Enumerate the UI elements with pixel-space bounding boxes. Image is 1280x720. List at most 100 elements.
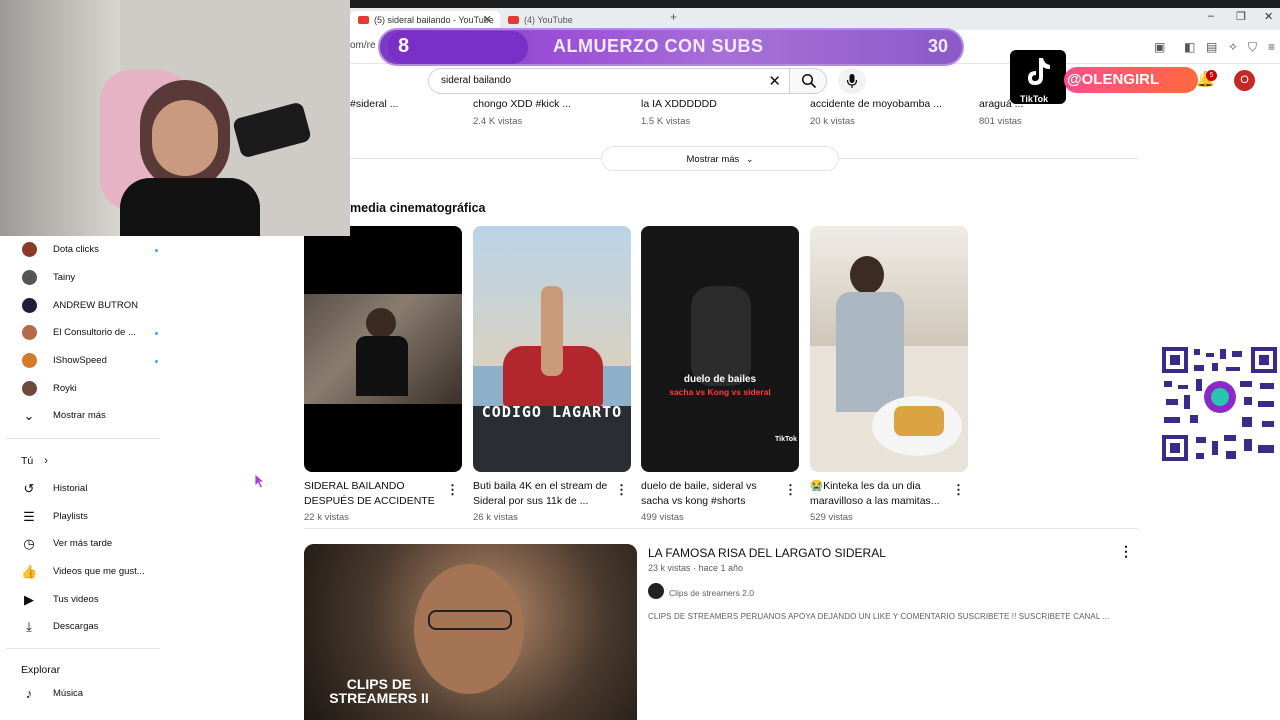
search-button[interactable] bbox=[789, 68, 827, 94]
streamer-shirt bbox=[120, 178, 260, 236]
wallet-icon[interactable]: ▤ bbox=[1206, 40, 1217, 54]
sidebar-item-playlists[interactable]: ☰ Playlists bbox=[21, 507, 281, 527]
search-input[interactable]: sideral bailando bbox=[441, 75, 511, 86]
subs-goal-number: 8 bbox=[398, 35, 410, 57]
close-window-button[interactable]: ✕ bbox=[1264, 10, 1273, 23]
food-shape bbox=[894, 406, 944, 436]
sidebar-item-history[interactable]: ↺ Historial bbox=[21, 479, 281, 499]
sidebar-item-subscription[interactable]: Tainy bbox=[21, 268, 281, 288]
section-title: media cinematográfica bbox=[350, 201, 486, 215]
result-views: 2.4 K vistas bbox=[473, 116, 523, 127]
new-content-dot bbox=[155, 332, 158, 335]
show-more-label: Mostrar más bbox=[686, 154, 740, 165]
qr-code-image bbox=[1160, 345, 1279, 463]
tiktok-watermark: TikTok bbox=[775, 436, 797, 443]
streamer-handle: @OLENGIRL bbox=[1067, 71, 1160, 88]
short-thumbnail[interactable]: duelo de bailes sacha vs Kong vs sideral… bbox=[641, 226, 799, 472]
sidebar-item-subscription[interactable]: Royki bbox=[21, 379, 281, 399]
sidebar-heading-explore: Explorar bbox=[21, 664, 61, 676]
short-title[interactable]: SIDERAL BAILANDO DESPUÉS DE ACCIDENTE bbox=[304, 479, 444, 509]
sidebar-item-label: ANDREW BUTRON bbox=[53, 300, 138, 311]
short-title[interactable]: duelo de baile, sideral vs sacha vs kong… bbox=[641, 479, 781, 509]
sidebar-divider bbox=[6, 438, 160, 439]
sidebar-item-label: Royki bbox=[53, 383, 77, 394]
subs-goal-current: 8 bbox=[388, 31, 528, 64]
thumbnail-text-line: STREAMERS II bbox=[329, 690, 429, 706]
menu-icon[interactable]: ≡ bbox=[1268, 40, 1275, 54]
search-box[interactable]: sideral bailando ✕ bbox=[428, 68, 790, 94]
more-options-icon[interactable]: ⋮ bbox=[446, 482, 459, 498]
short-title[interactable]: Buti baila 4K en el stream de Sideral po… bbox=[473, 479, 613, 509]
video-thumbnail[interactable]: CLIPS DE STREAMERS II bbox=[304, 544, 637, 720]
voice-search-button[interactable] bbox=[838, 68, 866, 94]
minimize-button[interactable]: – bbox=[1208, 10, 1214, 22]
chevron-right-icon: › bbox=[44, 455, 48, 467]
sidebar-show-more[interactable]: ⌄ Mostrar más bbox=[21, 406, 281, 426]
result-title[interactable]: la IA XDDDDDD bbox=[641, 98, 717, 110]
video-meta: 23 k vistas · hace 1 año bbox=[648, 563, 744, 573]
new-content-dot bbox=[155, 249, 158, 252]
sidebar-item-label: Playlists bbox=[53, 511, 88, 522]
play-square-icon: ▶ bbox=[24, 592, 34, 607]
result-title[interactable]: #sideral ... bbox=[350, 98, 398, 110]
sidebar-item-your-videos[interactable]: ▶ Tus videos bbox=[21, 590, 281, 610]
sidebar-item-liked-videos[interactable]: 👍 Videos que me gust... bbox=[21, 562, 281, 582]
thumbs-up-icon: 👍 bbox=[21, 564, 38, 579]
channel-name[interactable]: Clips de streamers 2.0 bbox=[669, 588, 754, 598]
account-avatar[interactable]: O bbox=[1234, 70, 1255, 91]
tab-label: (5) sideral bailando - YouTube bbox=[374, 15, 494, 25]
sidebar-item-downloads[interactable]: ⤓ Descargas bbox=[21, 617, 281, 637]
sidebar-item-subscription[interactable]: IShowSpeed bbox=[21, 351, 281, 371]
chevron-down-icon: ⌄ bbox=[745, 154, 754, 164]
shield-icon[interactable]: ⛉ bbox=[1248, 40, 1257, 55]
short-overlay-text: CODIGO LAGARTO bbox=[481, 403, 623, 421]
short-thumbnail[interactable] bbox=[304, 226, 462, 472]
more-options-icon[interactable]: ⋮ bbox=[952, 482, 965, 498]
channel-avatar bbox=[22, 381, 37, 396]
sidebar-heading-you[interactable]: Tú › bbox=[21, 455, 48, 467]
tiktok-note-icon bbox=[1028, 58, 1050, 85]
subs-goal-text: ALMUERZO CON SUBS bbox=[553, 36, 764, 56]
more-options-icon[interactable]: ⋮ bbox=[615, 482, 628, 498]
sidebar-item-subscription[interactable]: ANDREW BUTRON bbox=[21, 296, 281, 316]
glasses-shape bbox=[428, 610, 512, 630]
result-title[interactable]: chongo XDD #kick ... bbox=[473, 98, 571, 110]
sidebar-item-watch-later[interactable]: ◷ Ver más tarde bbox=[21, 534, 281, 554]
result-views: 20 k vistas bbox=[810, 116, 855, 127]
sidebar-item-subscription[interactable]: Dota clicks bbox=[21, 240, 281, 260]
more-options-icon[interactable]: ⋮ bbox=[1119, 543, 1133, 560]
sidebar-item-label: Dota clicks bbox=[53, 244, 99, 255]
more-options-icon[interactable]: ⋮ bbox=[784, 482, 797, 498]
new-tab-button[interactable]: + bbox=[670, 10, 677, 24]
channel-avatar bbox=[22, 270, 37, 285]
short-views: 529 vistas bbox=[810, 512, 853, 523]
channel-avatar bbox=[22, 353, 37, 368]
restore-button[interactable]: ❐ bbox=[1236, 10, 1246, 23]
short-thumbnail[interactable]: CODIGO LAGARTO bbox=[473, 226, 631, 472]
clear-search-icon[interactable]: ✕ bbox=[768, 72, 781, 90]
thumbnail-text-line: CLIPS DE bbox=[346, 676, 412, 692]
sidebar-toggle-icon[interactable]: ◧ bbox=[1184, 40, 1195, 54]
microphone-icon bbox=[846, 74, 858, 88]
short-title[interactable]: 😭Kinteka les da un dia maravilloso a las… bbox=[810, 479, 950, 509]
show-more-button[interactable]: Mostrar más ⌄ bbox=[601, 146, 839, 171]
mouse-cursor-icon bbox=[254, 473, 266, 489]
extension-icon[interactable]: ▣ bbox=[1154, 40, 1165, 54]
channel-avatar bbox=[22, 298, 37, 313]
sidebar-item-subscription[interactable]: El Consultorio de ... bbox=[21, 323, 281, 343]
sidebar-item-label: Tainy bbox=[53, 272, 76, 283]
person-head bbox=[850, 256, 884, 294]
short-thumbnail[interactable]: lindo bbox=[810, 226, 968, 472]
short-overlay-text: duelo de bailes bbox=[683, 374, 757, 385]
webcam-overlay bbox=[0, 0, 350, 236]
sparkle-icon[interactable]: ✧ bbox=[1228, 40, 1238, 54]
video-title[interactable]: LA FAMOSA RISA DEL LARGATO SIDERAL bbox=[648, 546, 886, 560]
channel-avatar[interactable] bbox=[648, 583, 664, 599]
short-overlay-subtext: sacha vs Kong vs sideral bbox=[669, 387, 771, 397]
sidebar-item-music[interactable]: ♪ Música bbox=[21, 684, 281, 704]
url-text[interactable]: om/re bbox=[350, 40, 376, 51]
result-title[interactable]: accidente de moyobamba ... bbox=[810, 98, 942, 110]
youtube-favicon-icon bbox=[358, 16, 369, 24]
sidebar-item-label: Música bbox=[53, 688, 84, 699]
person-head bbox=[366, 308, 396, 338]
